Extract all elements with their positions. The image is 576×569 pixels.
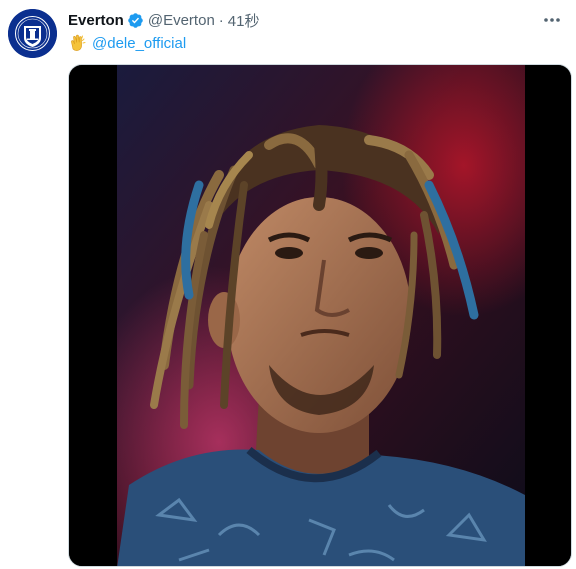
tweet-header: Everton @Everton · 41秒 — [68, 10, 259, 30]
clapping-hands-icon — [68, 33, 88, 53]
tweet-card[interactable]: Everton @Everton · 41秒 @dele_official — [0, 0, 576, 569]
separator-dot: · — [218, 11, 224, 29]
more-options-icon[interactable] — [540, 10, 564, 30]
mention-link[interactable]: @dele_official — [92, 35, 186, 52]
verified-badge-icon — [127, 12, 144, 29]
portrait-icon — [69, 65, 571, 566]
avatar[interactable] — [8, 9, 57, 58]
everton-crest-icon — [8, 9, 57, 58]
tweet-text: @dele_official — [68, 33, 186, 53]
author-name[interactable]: Everton — [68, 12, 124, 29]
tweet-timestamp[interactable]: 41秒 — [228, 10, 260, 31]
tweet-media[interactable] — [68, 64, 572, 567]
author-handle[interactable]: @Everton — [148, 12, 215, 29]
